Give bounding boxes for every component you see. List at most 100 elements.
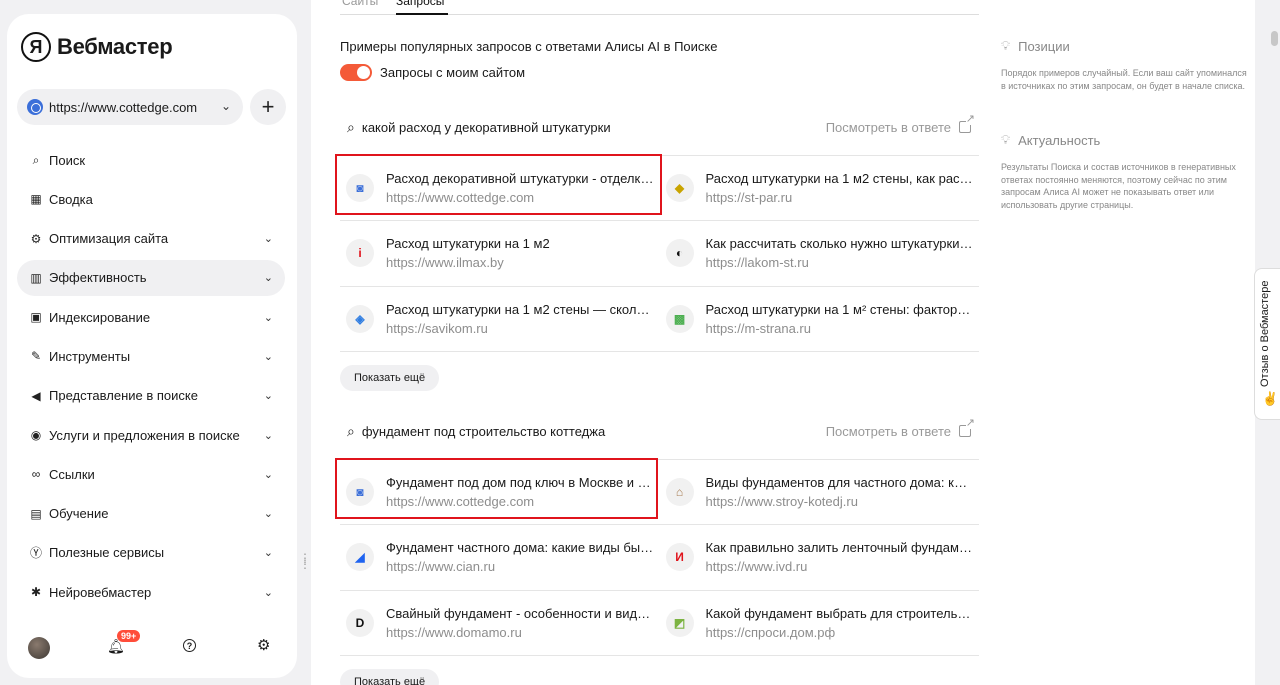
chevron-down-icon: ⌄ bbox=[263, 350, 273, 363]
sidebar-item-3[interactable]: ⚙ Оптимизация сайта ⌄ bbox=[17, 221, 285, 257]
chevron-down-icon: ⌄ bbox=[263, 311, 273, 324]
feedback-icon: ✌ bbox=[1262, 391, 1279, 406]
link-icon: ∞ bbox=[31, 467, 41, 482]
search-icon: ⌕ bbox=[347, 422, 355, 439]
chevron-down-icon: ⌄ bbox=[263, 429, 273, 442]
sidebar-item-6[interactable]: ✎ Инструменты ⌄ bbox=[17, 338, 285, 374]
result-card[interactable]: ◈ Расход штукатурки на 1 м2 стены — скол… bbox=[340, 287, 660, 351]
show-more-button[interactable]: Показать ещё bbox=[340, 364, 440, 391]
monitor-icon: ▣ bbox=[30, 310, 42, 325]
result-url: https://www.cian.ru bbox=[386, 559, 496, 575]
chevron-down-icon: ⌄ bbox=[263, 586, 273, 599]
result-url: https://www.cottedge.com bbox=[386, 190, 535, 206]
tab-sites[interactable]: Сайты bbox=[342, 0, 378, 8]
open-in-answer-link[interactable]: Посмотреть в ответе bbox=[826, 418, 975, 439]
tab-active-indicator bbox=[396, 13, 448, 15]
result-card[interactable]: ◩ Какой фундамент выбрать для строительс… bbox=[660, 591, 980, 655]
query-block: ⌕ фундамент под строительство коттеджа П… bbox=[335, 416, 980, 685]
gear-icon[interactable]: ⚙ bbox=[257, 636, 270, 654]
sidebar-item-label: Нейровебмастер bbox=[49, 584, 152, 600]
section-subtitle: Примеры популярных запросов с ответами А… bbox=[340, 39, 718, 54]
site-favicon-icon bbox=[27, 99, 43, 115]
tools-icon: ⚙ bbox=[30, 231, 42, 246]
result-title: Виды фундаментов для частного дома: как … bbox=[705, 475, 974, 491]
site-favicon-icon: ◙ bbox=[346, 478, 374, 507]
result-card[interactable]: ⌂ Виды фундаментов для частного дома: ка… bbox=[660, 460, 980, 524]
site-favicon-icon: ▩ bbox=[665, 304, 694, 333]
chevron-down-icon: ⌄ bbox=[263, 272, 273, 285]
info-text: Порядок примеров случайный. Если ваш сай… bbox=[1001, 68, 1247, 91]
scrollbar-thumb[interactable] bbox=[1271, 31, 1278, 46]
sidebar-item-label: Эффективность bbox=[49, 270, 147, 286]
sidebar-item-7[interactable]: ◀ Представление в поиске ⌄ bbox=[17, 378, 285, 414]
sidebar-item-5[interactable]: ▣ Индексирование ⌄ bbox=[17, 299, 285, 335]
result-title: Расход штукатурки на 1 м2 стены, как рас… bbox=[705, 171, 974, 187]
sidebar-footer: 🔔︎ 99+ ? ⚙ bbox=[7, 630, 297, 672]
open-in-answer-link[interactable]: Посмотреть в ответе bbox=[826, 114, 975, 135]
result-card[interactable]: ◙ Расход декоративной штукатурки - отдел… bbox=[340, 156, 660, 220]
chevron-down-icon: ⌄ bbox=[263, 468, 273, 481]
result-card[interactable]: ▩ Расход штукатурки на 1 м² стены: факто… bbox=[660, 287, 980, 351]
sidebar-nav: ⌕ Поиск ▦ Сводка ⚙ Оптимизация сайта ⌄ ▥ Эффекти… bbox=[17, 142, 285, 614]
result-card[interactable]: ◢ Фундамент частного дома: какие виды бы… bbox=[340, 525, 660, 589]
logo[interactable]: Я Вебмастер bbox=[21, 32, 173, 62]
info-positions: 💡︎ Позиции Порядок примеров случайный. Ес… bbox=[1001, 38, 1251, 92]
result-card[interactable]: ◙ Фундамент под дом под ключ в Москве и … bbox=[340, 460, 660, 524]
lightbulb-icon: 💡︎ bbox=[1001, 38, 1011, 53]
sidebar-item-10[interactable]: ▤ Обучение ⌄ bbox=[17, 496, 285, 532]
avatar[interactable] bbox=[28, 637, 50, 659]
result-url: https://lakom-st.ru bbox=[705, 255, 809, 271]
results-row: ◙ Фундамент под дом под ключ в Москве и … bbox=[340, 460, 980, 526]
site-selector[interactable]: https://www.cottedge.com ⌄ bbox=[17, 89, 243, 125]
cart-icon: ◉ bbox=[30, 428, 42, 443]
site-favicon-icon: ◐ bbox=[665, 239, 694, 268]
results-grid: ◙ Расход декоративной штукатурки - отдел… bbox=[335, 154, 980, 352]
sidebar-item-label: Полезные сервисы bbox=[49, 545, 165, 561]
sidebar-item-label: Сводка bbox=[49, 191, 93, 207]
yandex-icon: Ⓨ bbox=[29, 546, 42, 561]
sidebar-item-4[interactable]: ▥ Эффективность ⌄ bbox=[17, 259, 285, 296]
my-site-toggle-row[interactable]: Запросы с моим сайтом bbox=[340, 64, 525, 81]
result-title: Свайный фундамент - особенности и виды, … bbox=[386, 605, 654, 621]
lightbulb-icon: 💡︎ bbox=[1001, 132, 1011, 147]
result-title: Какой фундамент выбрать для строительст.… bbox=[705, 605, 974, 621]
sidebar-item-2[interactable]: ▦ Сводка bbox=[17, 181, 285, 217]
sidebar-item-8[interactable]: ◉ Услуги и предложения в поиске ⌄ bbox=[17, 417, 285, 453]
sidebar-item-label: Обучение bbox=[49, 506, 109, 522]
result-title: Расход декоративной штукатурки - отделка… bbox=[386, 171, 654, 187]
results-grid: ◙ Фундамент под дом под ключ в Москве и … bbox=[335, 458, 980, 656]
sidebar-item-9[interactable]: ∞ Ссылки ⌄ bbox=[17, 456, 285, 492]
results-row: D Свайный фундамент - особенности и виды… bbox=[340, 591, 979, 656]
query-header: ⌕ фундамент под строительство коттеджа П… bbox=[340, 416, 979, 446]
book-icon: ▤ bbox=[30, 506, 42, 521]
site-favicon-icon: ⌂ bbox=[665, 478, 694, 507]
help-icon[interactable]: ? bbox=[183, 639, 196, 652]
result-card[interactable]: i Расход штукатурки на 1 м2 https://www.… bbox=[340, 221, 660, 285]
result-url: https://www.ivd.ru bbox=[705, 559, 808, 575]
info-text: Результаты Поиска и состав источников в … bbox=[1001, 162, 1236, 211]
result-title: Фундамент под дом под ключ в Москве и М.… bbox=[386, 475, 654, 491]
feedback-label: Отзыв о Вебмастере bbox=[1259, 280, 1271, 387]
chevron-down-icon: ⌄ bbox=[220, 99, 231, 113]
result-card[interactable]: ◐ Как рассчитать сколько нужно штукатурк… bbox=[660, 221, 980, 285]
result-url: https://спроси.дом.рф bbox=[705, 624, 836, 640]
result-title: Расход штукатурки на 1 м2 bbox=[386, 236, 550, 252]
result-card[interactable]: D Свайный фундамент - особенности и виды… bbox=[340, 591, 660, 655]
show-more-button[interactable]: Показать ещё bbox=[340, 668, 440, 685]
sidebar-item-label: Индексирование bbox=[49, 309, 151, 325]
wrench-icon: ✎ bbox=[30, 349, 42, 364]
query-text: фундамент под строительство коттеджа bbox=[361, 423, 606, 439]
results-row: ◙ Расход декоративной штукатурки - отдел… bbox=[340, 156, 980, 222]
result-card[interactable]: ◆ Расход штукатурки на 1 м2 стены, как р… bbox=[660, 156, 980, 220]
my-site-toggle[interactable] bbox=[340, 64, 372, 81]
sidebar-item-1[interactable]: ⌕ Поиск bbox=[17, 142, 285, 178]
grid-icon: ▦ bbox=[30, 192, 42, 207]
sidebar-item-12[interactable]: ✱ Нейровебмастер ⌄ bbox=[17, 574, 285, 610]
query-block: ⌕ какой расход у декоративной штукатурки… bbox=[335, 112, 980, 391]
feedback-tab[interactable]: Отзыв о Вебмастере ✌ bbox=[1254, 268, 1280, 420]
sidebar-item-11[interactable]: Ⓨ Полезные сервисы ⌄ bbox=[17, 535, 285, 571]
result-card[interactable]: И Как правильно залить ленточный фундаме… bbox=[660, 525, 980, 589]
sidebar-item-label: Инструменты bbox=[49, 348, 131, 364]
add-site-button[interactable]: + bbox=[250, 89, 286, 125]
tab-queries[interactable]: Запросы bbox=[396, 0, 444, 8]
